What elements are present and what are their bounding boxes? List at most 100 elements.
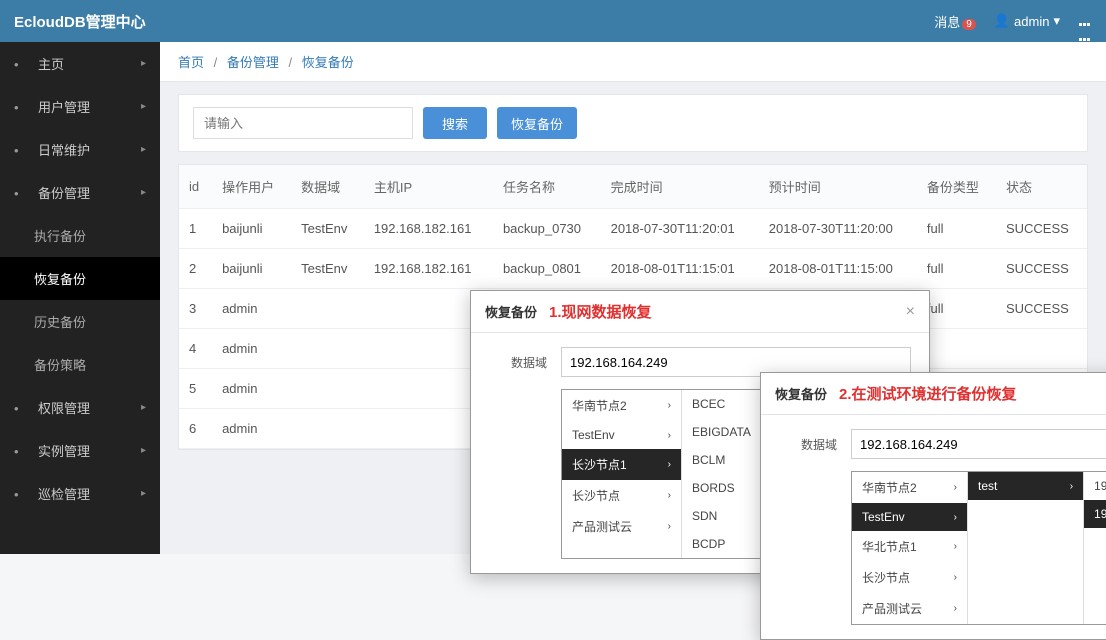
restore-modal-test: 恢复备份 2.在测试环境进行备份恢复 × 数据域 华南节点2›TestEnv›华… — [760, 372, 1106, 640]
chevron-right-icon: › — [954, 482, 957, 493]
cell: 2018-08-01T11:15:00 — [759, 249, 917, 289]
cascader-option[interactable]: 长沙节点› — [852, 562, 967, 593]
cell: baijunli — [212, 249, 291, 289]
column-header: 操作用户 — [212, 165, 291, 209]
sidebar-item[interactable]: 备份策略 — [0, 343, 160, 386]
cell: admin — [212, 289, 291, 329]
cell: 192.168.182.161 — [364, 249, 493, 289]
cell: SUCCESS — [996, 289, 1087, 329]
field-label: 数据域 — [489, 354, 547, 371]
sidebar-item-label: 备份管理 — [38, 183, 90, 202]
table-row[interactable]: 2baijunliTestEnv192.168.182.161backup_08… — [179, 249, 1087, 289]
column-header: 预计时间 — [759, 165, 917, 209]
sidebar-item[interactable]: 历史备份 — [0, 300, 160, 343]
cascader: 华南节点2›TestEnv›华北节点1›长沙节点›产品测试云› test› 19… — [851, 471, 1106, 625]
sidebar-item[interactable]: • 用户管理 — [0, 85, 160, 128]
breadcrumb-home[interactable]: 首页 — [178, 55, 204, 70]
cell: 1 — [179, 209, 212, 249]
chevron-right-icon: › — [668, 400, 671, 411]
breadcrumb-restore[interactable]: 恢复备份 — [302, 55, 354, 70]
sidebar-item[interactable]: •实例管理 — [0, 429, 160, 472]
cell: SUCCESS — [996, 249, 1087, 289]
sidebar-item[interactable]: •巡检管理 — [0, 472, 160, 515]
sidebar-item-label: 历史备份 — [34, 312, 86, 331]
chevron-right-icon: › — [668, 459, 671, 470]
user-icon: • — [14, 100, 28, 114]
sidebar-item-label: 恢复备份 — [34, 269, 86, 288]
cascader-option[interactable]: 长沙节点› — [562, 480, 681, 511]
cell: SUCCESS — [996, 209, 1087, 249]
cell: 2 — [179, 249, 212, 289]
table-row[interactable]: 1baijunliTestEnv192.168.182.161backup_07… — [179, 209, 1087, 249]
chevron-right-icon: › — [954, 541, 957, 552]
sidebar-item[interactable]: •日常维护 — [0, 128, 160, 171]
domain-input[interactable] — [851, 429, 1106, 459]
sidebar-item-label: 主页 — [38, 54, 64, 73]
cell — [291, 409, 364, 449]
cell: 4 — [179, 329, 212, 369]
restore-button[interactable]: 恢复备份 — [497, 107, 577, 139]
cascader-option[interactable]: TestEnv› — [562, 421, 681, 449]
cascader-option[interactable]: 长沙节点1› — [562, 449, 681, 480]
cell: baijunli — [212, 209, 291, 249]
cascader-option[interactable]: TestEnv› — [852, 503, 967, 531]
cell: 5 — [179, 369, 212, 409]
close-icon[interactable]: × — [906, 303, 915, 321]
chevron-right-icon: › — [1070, 481, 1073, 492]
sidebar-item[interactable]: • 备份管理 — [0, 171, 160, 214]
app-title: EcloudDB管理中心 — [14, 11, 146, 32]
cell: 192.168.182.161 — [364, 209, 493, 249]
cell: admin — [212, 369, 291, 409]
cell — [291, 369, 364, 409]
sidebar-item[interactable]: • 权限管理 — [0, 386, 160, 429]
toolbar: 搜索 恢复备份 — [178, 94, 1088, 152]
column-header: id — [179, 165, 212, 209]
cell: 3 — [179, 289, 212, 329]
search-button[interactable]: 搜索 — [423, 107, 487, 139]
cascader-option[interactable]: 华南节点2› — [562, 390, 681, 421]
cascader-option[interactable]: 华南节点2› — [852, 472, 967, 503]
cell — [291, 329, 364, 369]
sidebar-item-label: 实例管理 — [38, 441, 90, 460]
modal-note: 1.现网数据恢复 — [549, 301, 652, 322]
sidebar-item[interactable]: 恢复备份 — [0, 257, 160, 300]
modal-title: 恢复备份 — [775, 384, 827, 403]
topbar: EcloudDB管理中心 消息9 👤 admin ▾ — [0, 0, 1106, 42]
chevron-right-icon: › — [668, 521, 671, 532]
cell: backup_0730 — [493, 209, 601, 249]
modal-note: 2.在测试环境进行备份恢复 — [839, 383, 1017, 404]
column-header: 主机IP — [364, 165, 493, 209]
messages-link[interactable]: 消息9 — [934, 12, 976, 31]
column-header: 任务名称 — [493, 165, 601, 209]
search-input[interactable] — [193, 107, 413, 139]
sidebar-item[interactable]: 执行备份 — [0, 214, 160, 257]
cell: 2018-07-30T11:20:01 — [601, 209, 759, 249]
user-menu[interactable]: 👤 admin ▾ — [994, 13, 1060, 29]
breadcrumb-backup[interactable]: 备份管理 — [227, 55, 279, 70]
column-header: 完成时间 — [601, 165, 759, 209]
modal-title: 恢复备份 — [485, 302, 537, 321]
chevron-right-icon: › — [954, 512, 957, 523]
sidebar-item[interactable]: • 主页 — [0, 42, 160, 85]
sidebar-item-label: 用户管理 — [38, 97, 90, 116]
cascader-option[interactable]: 产品测试云› — [562, 511, 681, 542]
cell — [996, 329, 1087, 369]
cascader-option[interactable]: test› — [968, 472, 1083, 500]
cell: 2018-08-01T11:15:01 — [601, 249, 759, 289]
main: 首页 / 备份管理 / 恢复备份 搜索 恢复备份 id操作用户数据域 主机IP任务… — [160, 42, 1106, 554]
cell: backup_0801 — [493, 249, 601, 289]
sidebar-item-label: 执行备份 — [34, 226, 86, 245]
field-label: 数据域 — [779, 436, 837, 453]
apps-icon[interactable] — [1078, 14, 1092, 28]
shield-icon: • — [14, 401, 28, 415]
grid-icon: • — [14, 57, 28, 71]
chevron-right-icon: › — [954, 572, 957, 583]
cascader-option[interactable]: 192.168.182.161 — [1084, 472, 1106, 500]
cascader-option[interactable]: 192.168.164.249 — [1084, 500, 1106, 528]
sidebar: •主页•用户管理•日常维护•备份管理执行备份恢复备份历史备份备份策略•权限管理•… — [0, 42, 160, 554]
breadcrumb: 首页 / 备份管理 / 恢复备份 — [160, 42, 1106, 82]
cloud-icon: • — [14, 186, 28, 200]
cascader-option[interactable]: 产品测试云› — [852, 593, 967, 624]
sidebar-item-label: 权限管理 — [38, 398, 90, 417]
cascader-option[interactable]: 华北节点1› — [852, 531, 967, 562]
